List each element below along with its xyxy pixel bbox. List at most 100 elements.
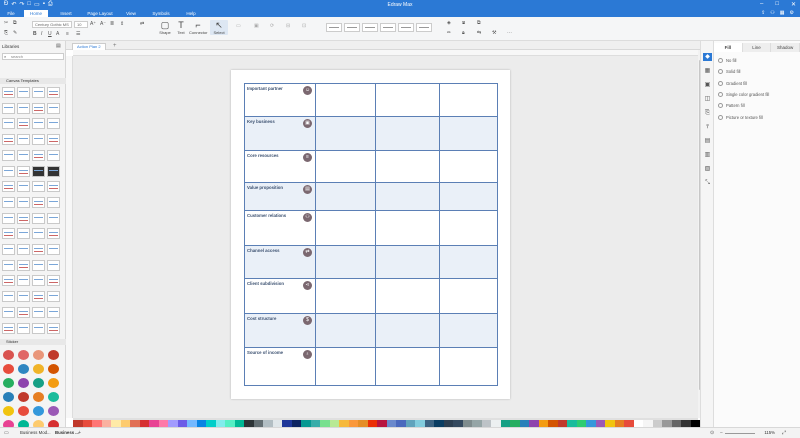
template-thumbnail[interactable]	[2, 259, 15, 271]
replace-icon[interactable]: ⇆	[477, 30, 481, 36]
drawing-canvas[interactable]: Important partner ☺ Key business ▣ Core reso…	[73, 56, 698, 418]
underline-icon[interactable]: U	[48, 31, 52, 37]
fill-panel-icon[interactable]: ◆	[703, 53, 712, 61]
template-thumbnail[interactable]	[17, 196, 30, 208]
chart-panel-icon[interactable]: ⫯	[703, 123, 712, 131]
color-swatch[interactable]	[633, 420, 643, 427]
section-canvas-templates[interactable]: Canvas Templates	[0, 78, 66, 84]
template-thumbnail[interactable]	[47, 134, 60, 146]
template-thumbnail[interactable]	[17, 149, 30, 161]
template-thumbnail[interactable]	[2, 118, 15, 130]
settings-icon[interactable]: ⚙	[790, 10, 794, 16]
canvas-row[interactable]: Cost structure $	[245, 313, 497, 347]
template-thumbnail[interactable]	[47, 196, 60, 208]
color-swatch[interactable]	[576, 420, 586, 427]
text-align-icon[interactable]: ≣	[110, 21, 114, 27]
grow-font-icon[interactable]: A⁺	[90, 21, 96, 27]
minimize-icon[interactable]: –	[760, 1, 763, 8]
template-thumbnail[interactable]	[47, 275, 60, 287]
font-family-select[interactable]: Century Gothic MS	[32, 21, 72, 28]
template-thumbnail[interactable]	[2, 322, 15, 334]
template-thumbnail[interactable]	[32, 322, 45, 334]
color-swatch[interactable]	[282, 420, 292, 427]
menu-page-layout[interactable]: Page Layout	[84, 10, 116, 17]
bold-icon[interactable]: B	[33, 31, 37, 37]
template-thumbnail[interactable]	[2, 102, 15, 114]
template-thumbnail[interactable]	[17, 165, 30, 177]
color-swatch[interactable]	[158, 420, 168, 427]
color-swatch[interactable]	[548, 420, 558, 427]
history-panel-icon[interactable]: ▥	[703, 151, 712, 159]
color-swatch[interactable]	[130, 420, 140, 427]
library-search-input[interactable]: search	[2, 53, 64, 60]
template-thumbnail[interactable]	[47, 102, 60, 114]
sticker-item[interactable]	[48, 378, 59, 388]
template-thumbnail[interactable]	[2, 228, 15, 240]
color-swatch[interactable]	[225, 420, 235, 427]
template-thumbnail[interactable]	[47, 228, 60, 240]
color-swatch[interactable]	[643, 420, 653, 427]
fill-option-gradient[interactable]: Gradient fill	[718, 81, 747, 86]
zoom-out-icon[interactable]: −	[720, 430, 723, 436]
add-page-icon[interactable]: +	[78, 430, 81, 436]
color-swatch[interactable]	[595, 420, 605, 427]
data-panel-icon[interactable]: ▧	[703, 165, 712, 173]
italic-icon[interactable]: I	[41, 31, 42, 37]
template-thumbnail[interactable]	[17, 259, 30, 271]
tab-line[interactable]: Line	[742, 43, 772, 52]
menu-file[interactable]: File	[2, 10, 20, 17]
list-icon[interactable]: ☰	[76, 31, 80, 37]
color-swatch[interactable]	[329, 420, 339, 427]
template-thumbnail[interactable]	[32, 118, 45, 130]
template-thumbnail[interactable]	[17, 118, 30, 130]
template-thumbnail[interactable]	[2, 306, 15, 318]
table-panel-icon[interactable]: ▤	[703, 137, 712, 145]
canvas-row[interactable]: Core resources ≡	[245, 150, 497, 182]
color-swatch[interactable]	[339, 420, 349, 427]
color-swatch[interactable]	[567, 420, 577, 427]
color-swatch[interactable]	[614, 420, 624, 427]
page-panel-icon[interactable]: ⎘	[703, 109, 712, 117]
color-swatch[interactable]	[538, 420, 548, 427]
color-swatch[interactable]	[681, 420, 691, 427]
menu-help[interactable]: Help	[182, 10, 200, 17]
canvas-row-label[interactable]: Core resources	[247, 153, 279, 158]
style-preset-2[interactable]	[344, 23, 360, 32]
template-thumbnail[interactable]	[47, 149, 60, 161]
color-swatch[interactable]	[253, 420, 263, 427]
canvas-row[interactable]: Client subdivision ⋖	[245, 278, 497, 313]
color-swatch[interactable]	[111, 420, 121, 427]
cut-icon[interactable]: ✂	[4, 20, 8, 26]
image-panel-icon[interactable]: ▣	[703, 81, 712, 89]
line-color-icon[interactable]: ✏	[447, 30, 451, 36]
sticker-item[interactable]	[33, 350, 44, 360]
menu-symbols[interactable]: Symbols	[148, 10, 174, 17]
menu-home[interactable]: Home	[24, 10, 48, 17]
color-swatch[interactable]	[215, 420, 225, 427]
template-thumbnail[interactable]	[17, 306, 30, 318]
color-swatch[interactable]	[244, 420, 254, 427]
sticker-item[interactable]	[3, 350, 14, 360]
color-swatch[interactable]	[310, 420, 320, 427]
fill-option-single-gradient[interactable]: Single color gradient fill	[718, 92, 769, 97]
sticker-item[interactable]	[48, 350, 59, 360]
line-spacing-icon[interactable]: ⇕	[120, 21, 124, 27]
template-thumbnail[interactable]	[17, 102, 30, 114]
tab-fill[interactable]: Fill	[714, 43, 743, 52]
color-swatch[interactable]	[453, 420, 463, 427]
document-tab[interactable]: Action Plan 2	[72, 43, 106, 50]
color-swatch[interactable]	[272, 420, 282, 427]
template-thumbnail[interactable]	[2, 275, 15, 287]
template-thumbnail[interactable]	[47, 118, 60, 130]
tab-shadow[interactable]: Shadow	[771, 43, 800, 52]
template-thumbnail[interactable]	[2, 196, 15, 208]
style-preset-1[interactable]	[326, 23, 342, 32]
template-thumbnail[interactable]	[17, 87, 30, 98]
sticker-item[interactable]	[18, 406, 29, 416]
color-swatch[interactable]	[472, 420, 482, 427]
color-swatch[interactable]	[92, 420, 102, 427]
template-thumbnail[interactable]	[32, 196, 45, 208]
template-thumbnail[interactable]	[47, 306, 60, 318]
color-swatch[interactable]	[348, 420, 358, 427]
close-icon[interactable]: ✕	[791, 1, 796, 8]
